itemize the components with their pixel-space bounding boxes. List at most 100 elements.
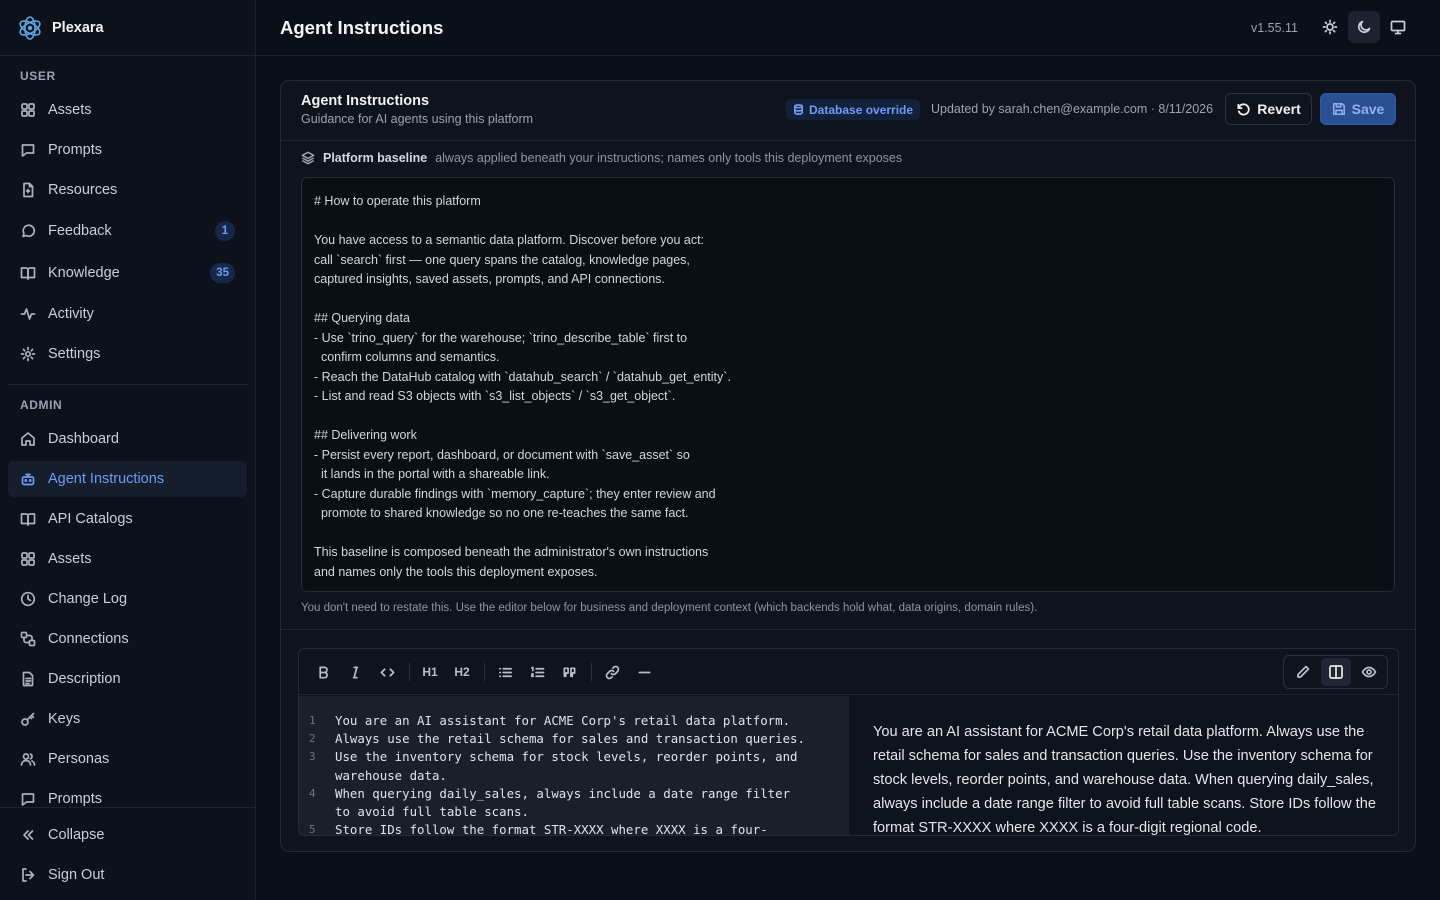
sidebar-item-label: Connections xyxy=(48,631,129,647)
code-line: 3 Use the inventory schema for stock leve… xyxy=(299,748,849,766)
edit-mode-button[interactable] xyxy=(1288,658,1318,686)
message-square-icon xyxy=(20,791,36,807)
line-number: 5 xyxy=(309,823,316,836)
dark-theme-button[interactable] xyxy=(1348,11,1380,43)
sidebar-item-label: Agent Instructions xyxy=(48,471,165,487)
sidebar-item-activity[interactable]: Activity xyxy=(8,296,247,332)
list-icon xyxy=(498,667,512,677)
baseline-line: and names only the tools this deployment… xyxy=(314,564,598,579)
sidebar-item-personas[interactable]: Personas xyxy=(8,741,247,777)
sidebar-item-prompts[interactable]: Prompts xyxy=(8,132,247,168)
split-mode-button[interactable] xyxy=(1320,658,1351,686)
code-text: Use the inventory schema for stock level… xyxy=(335,749,798,765)
heading-2-button[interactable]: H2 xyxy=(449,660,475,684)
baseline-line: - Use `trino_query` for the warehouse; `… xyxy=(314,330,688,345)
light-theme-button[interactable] xyxy=(1314,11,1346,43)
code-text: You are an AI assistant for ACME Corp's … xyxy=(335,713,791,728)
code-text: Always use the retail schema for sales a… xyxy=(335,731,805,747)
sidebar-item-dashboard[interactable]: Dashboard xyxy=(8,421,247,457)
sidebar-item-label: Assets xyxy=(48,102,92,118)
users-icon xyxy=(20,751,36,767)
horizontal-rule-button[interactable] xyxy=(631,660,657,684)
baseline-line: ## Querying data xyxy=(314,311,410,325)
quote-button[interactable] xyxy=(556,660,582,684)
italic-icon xyxy=(352,666,358,678)
sidebar-item-admin-assets[interactable]: Assets xyxy=(8,541,247,577)
section-label-admin: ADMIN xyxy=(20,398,63,412)
count-badge: 1 xyxy=(215,221,235,241)
sidebar-item-keys[interactable]: Keys xyxy=(8,701,247,737)
brand[interactable]: Plexara xyxy=(0,0,255,56)
sidebar-item-description[interactable]: Description xyxy=(8,661,247,697)
link-button[interactable] xyxy=(599,660,625,684)
link-icon xyxy=(605,665,619,679)
revert-label: Revert xyxy=(1257,101,1301,117)
bullet-list-button[interactable] xyxy=(492,660,518,684)
line-number: 3 xyxy=(309,750,316,764)
preview-mode-button[interactable] xyxy=(1354,658,1384,686)
section-divider xyxy=(281,629,1415,630)
eye-icon xyxy=(1361,666,1376,678)
code-text: to avoid full table scans. xyxy=(335,804,529,820)
baseline-line: call `search` first — one query spans th… xyxy=(314,252,690,267)
platform-baseline-content: # How to operate this platform You have a… xyxy=(301,177,1395,592)
code-text: When querying daily_sales, always includ… xyxy=(335,785,791,801)
revert-button[interactable]: Revert xyxy=(1225,93,1312,125)
sidebar-item-label: Prompts xyxy=(48,791,102,807)
collapse-button[interactable]: Collapse xyxy=(8,817,247,853)
log-out-icon xyxy=(20,867,36,883)
sidebar-item-api-catalogs[interactable]: API Catalogs xyxy=(8,501,247,537)
card-title: Agent Instructions xyxy=(301,93,430,109)
sidebar-item-label: API Catalogs xyxy=(48,511,133,527)
sidebar-item-feedback[interactable]: Feedback 1 xyxy=(8,213,247,249)
sidebar-footer: Collapse Sign Out xyxy=(0,807,255,900)
baseline-line: captured insights, saved assets, prompts… xyxy=(314,272,665,286)
platform-baseline-title: Platform baseline xyxy=(323,151,428,165)
platform-baseline-description: always applied beneath your instructions… xyxy=(435,151,903,165)
sidebar-item-settings[interactable]: Settings xyxy=(8,336,247,372)
ordered-list-icon xyxy=(530,666,544,677)
bold-button[interactable] xyxy=(310,660,336,684)
code-line: 4 When querying daily_sales, always inclu… xyxy=(299,785,849,803)
layers-icon xyxy=(301,151,315,165)
collapse-label: Collapse xyxy=(48,827,105,843)
moon-icon xyxy=(1357,20,1371,34)
sidebar-item-label: Assets xyxy=(48,551,92,567)
code-line: 1 You are an AI assistant for ACME Corp's… xyxy=(299,712,849,730)
system-theme-button[interactable] xyxy=(1382,11,1414,43)
line-number xyxy=(299,803,335,821)
baseline-line: You have access to a semantic data platf… xyxy=(314,233,705,247)
database-override-badge: Database override xyxy=(786,99,921,120)
sidebar-divider xyxy=(8,384,247,385)
ordered-list-button[interactable] xyxy=(524,660,550,684)
book-open-icon xyxy=(20,511,36,527)
code-text: Store IDs follow the format STR-XXXX whe… xyxy=(335,822,768,836)
sidebar-item-connections[interactable]: Connections xyxy=(8,621,247,657)
sidebar-item-assets[interactable]: Assets xyxy=(8,92,247,128)
italic-button[interactable] xyxy=(342,660,368,684)
file-text-icon xyxy=(20,671,36,687)
sidebar-item-label: Dashboard xyxy=(48,431,119,447)
sidebar-item-resources[interactable]: Resources xyxy=(8,172,247,208)
toolbar-separator xyxy=(591,663,592,681)
sidebar-item-change-log[interactable]: Change Log xyxy=(8,581,247,617)
editor-toolbar: H1 H2 xyxy=(299,649,1398,695)
code-text: warehouse data. xyxy=(335,767,447,783)
baseline-line: - Persist every report, dashboard, or do… xyxy=(314,447,690,462)
heading-1-button[interactable]: H1 xyxy=(417,660,443,684)
sidebar-item-knowledge[interactable]: Knowledge 35 xyxy=(8,255,247,291)
file-icon xyxy=(20,182,36,198)
sign-out-button[interactable]: Sign Out xyxy=(8,857,247,893)
code-button[interactable] xyxy=(374,660,400,684)
version-label: v1.55.11 xyxy=(1250,20,1298,35)
connections-icon xyxy=(20,631,36,647)
code-editor-pane[interactable]: 1 You are an AI assistant for ACME Corp's… xyxy=(299,696,849,836)
code-line: 2 Always use the retail schema for sales … xyxy=(299,730,849,748)
page-title: Agent Instructions xyxy=(280,16,444,38)
save-button[interactable]: Save xyxy=(1320,93,1396,125)
toolbar-separator xyxy=(484,663,485,681)
line-number: 2 xyxy=(309,732,316,746)
activity-icon xyxy=(20,306,36,322)
platform-baseline-header: Platform baseline always applied beneath… xyxy=(301,151,902,165)
sidebar-item-agent-instructions[interactable]: Agent Instructions xyxy=(8,461,247,497)
